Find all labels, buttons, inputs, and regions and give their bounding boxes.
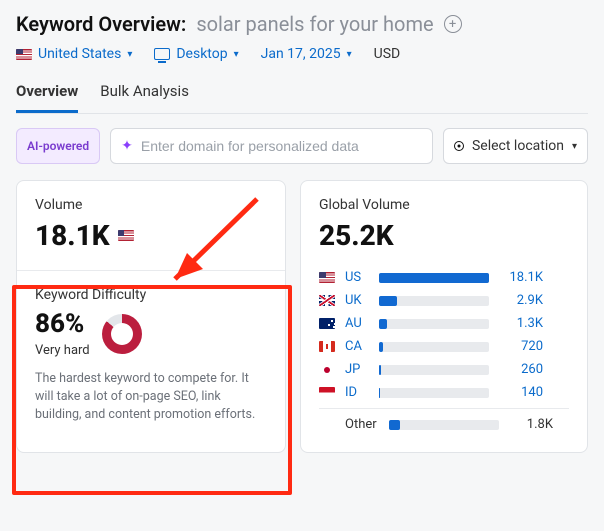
- location-select-label: Select location: [472, 138, 564, 154]
- au-flag-icon: [319, 318, 335, 329]
- country-filter-label: United States: [38, 46, 121, 62]
- country-code-link[interactable]: ID: [345, 385, 369, 400]
- chevron-down-icon: ▾: [572, 141, 577, 152]
- location-select[interactable]: Select location ▾: [443, 128, 588, 164]
- country-volume-link[interactable]: 260: [499, 362, 543, 377]
- global-volume-row: ID 140: [319, 381, 569, 404]
- global-volume-row: JP 260: [319, 358, 569, 381]
- us-flag-icon: [16, 49, 32, 60]
- filter-bar: United States ▾ Desktop ▾ Jan 17, 2025 ▾…: [16, 46, 588, 62]
- global-volume-title: Global Volume: [319, 197, 569, 213]
- jp-flag-icon: [319, 364, 335, 375]
- date-filter[interactable]: Jan 17, 2025 ▾: [261, 46, 352, 62]
- country-volume-link[interactable]: 1.3K: [499, 316, 543, 331]
- global-volume-row: US 18.1K: [319, 266, 569, 289]
- country-volume-link[interactable]: 18.1K: [499, 270, 543, 285]
- global-volume-row: UK 2.9K: [319, 289, 569, 312]
- date-filter-label: Jan 17, 2025: [261, 46, 341, 62]
- global-volume-card: Global Volume 25.2K US 18.1K UK 2.9K AU 1.3K C…: [300, 180, 588, 453]
- volume-bar: [389, 420, 499, 430]
- us-flag-icon: [118, 230, 134, 241]
- chevron-down-icon: ▾: [234, 49, 239, 60]
- device-filter[interactable]: Desktop ▾: [154, 46, 238, 62]
- global-volume-other-row: Other 1.8K: [319, 408, 569, 436]
- country-code-link[interactable]: AU: [345, 316, 369, 331]
- tab-overview[interactable]: Overview: [16, 76, 78, 113]
- id-flag-icon: [319, 387, 335, 398]
- volume-bar: [379, 273, 489, 283]
- currency-label: USD: [374, 46, 401, 62]
- page-title-row: Keyword Overview: solar panels for your …: [16, 12, 588, 36]
- domain-input[interactable]: [141, 138, 422, 154]
- domain-input-wrapper[interactable]: ✦: [110, 128, 433, 164]
- country-code-link[interactable]: JP: [345, 362, 369, 377]
- volume-bar: [379, 365, 489, 375]
- country-code-link[interactable]: CA: [345, 339, 369, 354]
- country-volume-link[interactable]: 2.9K: [499, 293, 543, 308]
- location-pin-icon: [454, 141, 464, 151]
- add-keyword-icon[interactable]: +: [444, 15, 462, 33]
- other-volume-value: 1.8K: [509, 417, 553, 432]
- country-code-link[interactable]: UK: [345, 293, 369, 308]
- ai-powered-badge: AI-powered: [16, 128, 100, 164]
- global-volume-row: CA 720: [319, 335, 569, 358]
- desktop-icon: [154, 48, 170, 60]
- sparkle-icon: ✦: [121, 138, 133, 154]
- annotation-highlight-box: [12, 285, 292, 495]
- country-filter[interactable]: United States ▾: [16, 46, 132, 62]
- global-volume-list: US 18.1K UK 2.9K AU 1.3K CA 720 JP 260 ID 140 Other 1…: [319, 266, 569, 436]
- country-volume-link[interactable]: 140: [499, 385, 543, 400]
- annotation-arrow-icon: [157, 191, 267, 291]
- country-volume-link[interactable]: 720: [499, 339, 543, 354]
- global-volume-value: 25.2K: [319, 219, 569, 252]
- keyword-text: solar panels for your home: [196, 12, 433, 36]
- device-filter-label: Desktop: [176, 46, 227, 62]
- volume-kd-card: Volume 18.1K Keyword Difficulty 86% Very…: [16, 180, 286, 453]
- tabs: Overview Bulk Analysis: [16, 76, 588, 114]
- ca-flag-icon: [319, 341, 335, 352]
- volume-value: 18.1K: [35, 219, 110, 252]
- country-code-link[interactable]: US: [345, 270, 369, 285]
- chevron-down-icon: ▾: [127, 49, 132, 60]
- volume-bar: [379, 342, 489, 352]
- volume-bar: [379, 319, 489, 329]
- page-title-label: Keyword Overview:: [16, 12, 186, 36]
- volume-bar: [379, 296, 489, 306]
- uk-flag-icon: [319, 295, 335, 306]
- other-label: Other: [345, 417, 379, 432]
- volume-bar: [379, 388, 489, 398]
- us-flag-icon: [319, 272, 335, 283]
- input-row: AI-powered ✦ Select location ▾: [16, 128, 588, 164]
- cards-row: Volume 18.1K Keyword Difficulty 86% Very…: [16, 180, 588, 453]
- global-volume-row: AU 1.3K: [319, 312, 569, 335]
- chevron-down-icon: ▾: [347, 49, 352, 60]
- tab-bulk-analysis[interactable]: Bulk Analysis: [100, 76, 189, 113]
